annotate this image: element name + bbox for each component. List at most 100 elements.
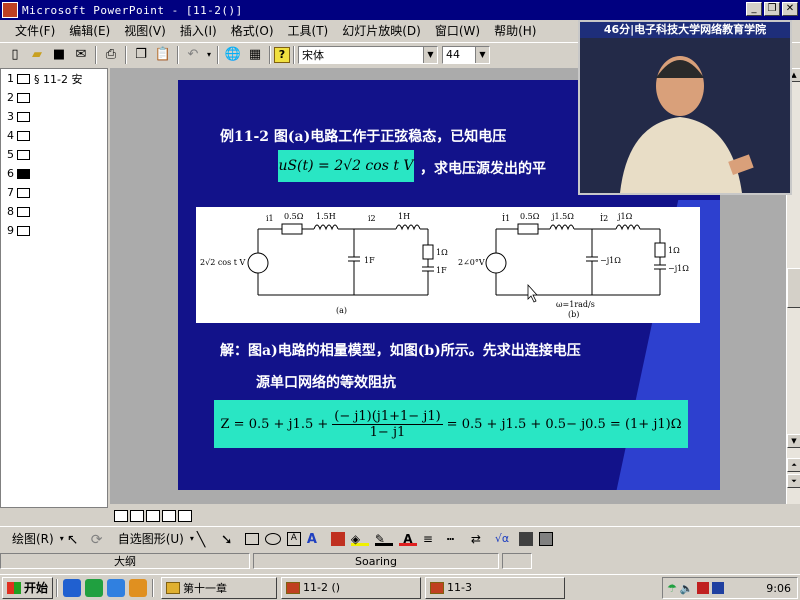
new-icon[interactable]: ▯ <box>4 45 26 65</box>
slide-icon[interactable] <box>17 168 30 179</box>
autoshapes-menu-button[interactable]: 自选图形(U) <box>112 530 190 547</box>
menu-slideshow[interactable]: 幻灯片放映(D) <box>335 22 428 39</box>
scroll-thumb[interactable] <box>787 268 800 308</box>
previous-slide-icon[interactable]: ⏶ <box>787 458 800 472</box>
horizontal-scrollbar[interactable] <box>110 504 786 510</box>
normal-view-icon[interactable] <box>114 510 128 522</box>
help-icon[interactable]: ? <box>274 46 290 63</box>
arrow-style-icon[interactable]: ⇄ <box>471 532 489 546</box>
free-rotate-icon[interactable]: ⟳ <box>91 532 109 548</box>
chevron-down-icon[interactable]: ▼ <box>423 46 437 63</box>
minimize-button[interactable]: _ <box>746 2 762 16</box>
menu-edit[interactable]: 编辑(E) <box>62 22 117 39</box>
slide-number: 3 <box>7 110 14 123</box>
wordart-icon[interactable]: A <box>307 532 325 547</box>
circuit-b-i1: İ1 <box>502 214 510 223</box>
shadow-icon[interactable] <box>518 531 533 546</box>
outline-slide-item[interactable]: 1 § 11-2 安 <box>1 69 107 88</box>
solution-line2: 源单口网络的等效阻抗 <box>256 375 396 391</box>
outline-slide-item[interactable]: 7 <box>1 183 107 202</box>
slide-icon[interactable] <box>17 111 30 122</box>
outline-slide-item[interactable]: 2 <box>1 88 107 107</box>
slide-icon[interactable] <box>17 149 30 160</box>
draw-menu-button[interactable]: 绘图(R) <box>6 530 60 547</box>
ellipse-tool-icon[interactable] <box>264 532 281 545</box>
slide-icon[interactable] <box>17 73 30 84</box>
font-color-icon[interactable]: A <box>398 532 417 546</box>
task-ppt-11-2[interactable]: 11-2 () <box>281 576 422 599</box>
undo-dropdown-icon[interactable]: ▾ <box>204 45 214 65</box>
slide-icon[interactable] <box>17 225 30 236</box>
menu-file[interactable]: 文件(F) <box>8 22 62 39</box>
restore-button[interactable]: ❐ <box>764 2 780 16</box>
close-button[interactable]: ✕ <box>782 2 798 16</box>
chevron-down-icon[interactable]: ▾ <box>190 534 194 543</box>
volume-icon[interactable]: 🔈 <box>680 582 694 595</box>
outlook-icon[interactable] <box>107 578 126 597</box>
next-slide-icon[interactable]: ⏷ <box>787 474 800 488</box>
slide-icon[interactable] <box>17 206 30 217</box>
input-method-icon[interactable] <box>696 582 709 594</box>
menu-view[interactable]: 视图(V) <box>117 22 173 39</box>
outline-slide-item[interactable]: 8 <box>1 202 107 221</box>
paste-icon[interactable]: 📋 <box>152 45 174 65</box>
outline-slide-item[interactable]: 4 <box>1 126 107 145</box>
start-button[interactable]: 开始 <box>2 576 54 599</box>
textbox-tool-icon[interactable]: A <box>286 531 301 546</box>
fill-color-icon[interactable]: ◈ <box>350 532 369 546</box>
ie-icon[interactable] <box>63 578 82 597</box>
arrow-tool-icon[interactable]: ➘ <box>221 532 239 548</box>
copy-icon[interactable]: ❐ <box>130 45 152 65</box>
outline-slide-item[interactable]: 6 <box>1 164 107 183</box>
scroll-down-icon[interactable]: ▼ <box>787 434 800 448</box>
tray-app-icon[interactable] <box>711 582 724 594</box>
outline-slide-item[interactable]: 9 <box>1 221 107 240</box>
slide-sorter-icon[interactable] <box>162 510 176 522</box>
menu-tools[interactable]: 工具(T) <box>281 22 336 39</box>
equation-icon[interactable]: √α <box>495 532 513 546</box>
task-ppt-11-3[interactable]: 11-3 <box>425 576 566 599</box>
menu-insert[interactable]: 插入(I) <box>173 22 224 39</box>
powerpoint-icon[interactable] <box>2 2 18 18</box>
menu-help[interactable]: 帮助(H) <box>487 22 543 39</box>
hyperlink-icon[interactable]: 🌐 <box>222 45 244 65</box>
chevron-down-icon[interactable]: ▼ <box>475 46 489 63</box>
outline-slide-item[interactable]: 3 <box>1 107 107 126</box>
slide-icon[interactable] <box>17 92 30 103</box>
taskbar: 开始 第十一章 11-2 () 11-3 ☂ 🔈 9:06 <box>0 574 800 600</box>
slide-icon[interactable] <box>17 130 30 141</box>
slide-number: 7 <box>7 186 14 199</box>
font-size-select[interactable]: 44 ▼ <box>442 45 490 64</box>
line-style-icon[interactable]: ≡ <box>423 532 441 546</box>
menu-format[interactable]: 格式(O) <box>224 22 281 39</box>
media-player-icon[interactable] <box>129 578 148 597</box>
dash-style-icon[interactable]: ┅ <box>447 532 465 546</box>
clipart-icon[interactable] <box>330 531 345 546</box>
network-icon[interactable]: ☂ <box>667 582 677 595</box>
email-icon[interactable]: ✉ <box>70 45 92 65</box>
circuit-a-l1: 1.5H <box>316 212 336 221</box>
line-tool-icon[interactable]: ╲ <box>197 532 215 548</box>
undo-icon[interactable]: ↶ <box>182 45 204 65</box>
menu-window[interactable]: 窗口(W) <box>428 22 487 39</box>
line-color-icon[interactable]: ✎ <box>374 532 393 546</box>
circuit-a-r1: 0.5Ω <box>284 212 304 221</box>
slide-view-icon[interactable] <box>146 510 160 522</box>
slide-number: 6 <box>7 167 14 180</box>
rectangle-tool-icon[interactable] <box>244 532 259 545</box>
3d-icon[interactable] <box>538 531 553 546</box>
slide-icon[interactable] <box>17 187 30 198</box>
chevron-down-icon[interactable]: ▾ <box>60 534 64 543</box>
circuit-b-c1: −j1Ω <box>600 256 621 265</box>
open-folder-icon[interactable]: ▰ <box>26 45 48 65</box>
table-icon[interactable]: ▦ <box>244 45 266 65</box>
task-folder-chapter11[interactable]: 第十一章 <box>161 576 278 599</box>
font-name-select[interactable]: 宋体 ▼ <box>298 45 438 64</box>
slideshow-view-icon[interactable] <box>178 510 192 522</box>
outline-view-icon[interactable] <box>130 510 144 522</box>
select-arrow-icon[interactable]: ↖ <box>67 532 85 548</box>
desktop-icon[interactable] <box>85 578 104 597</box>
print-icon[interactable]: ⎙ <box>100 45 122 65</box>
save-icon[interactable]: ■ <box>48 45 70 65</box>
outline-slide-item[interactable]: 5 <box>1 145 107 164</box>
